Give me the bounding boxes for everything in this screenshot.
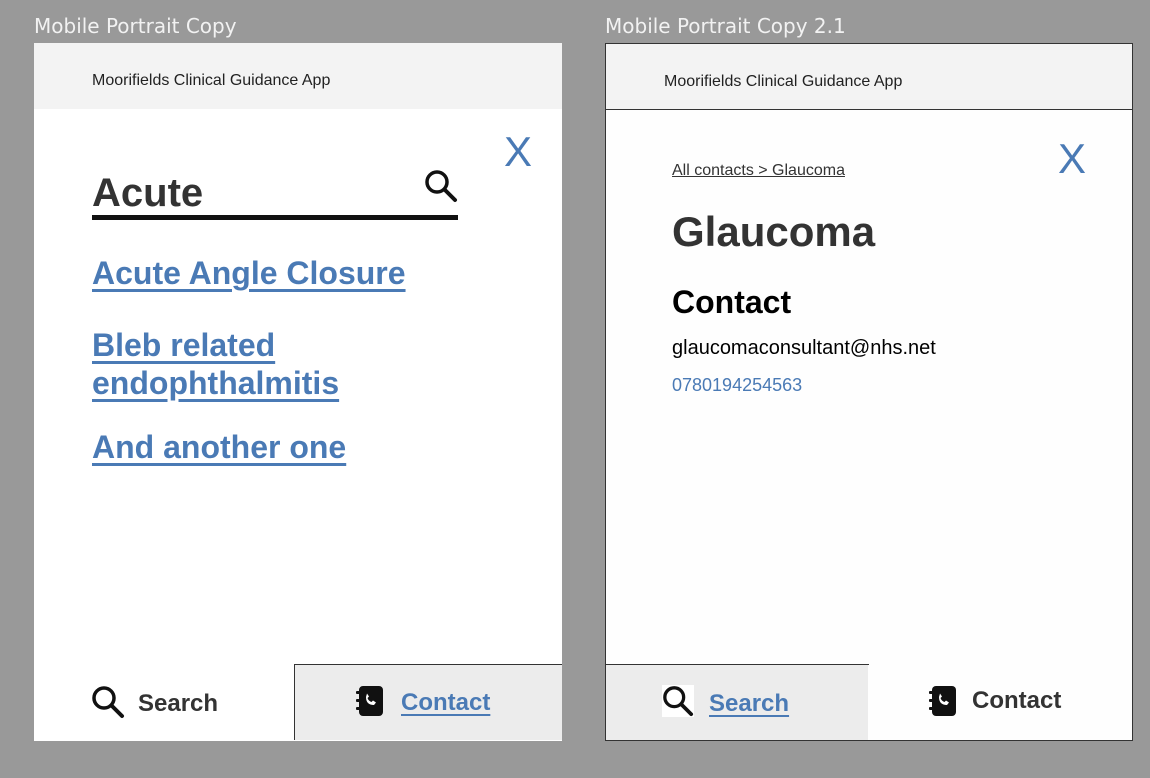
- tab-contact-label: Contact: [401, 689, 491, 716]
- section-heading: Contact: [672, 284, 792, 320]
- close-button[interactable]: X: [504, 131, 532, 173]
- search-query-text: Acute: [92, 171, 204, 215]
- search-input[interactable]: Acute: [92, 169, 458, 220]
- search-icon: [662, 685, 694, 717]
- contact-book-icon: [355, 685, 385, 722]
- frame-label: Mobile Portrait Copy 2.1: [605, 14, 846, 38]
- result-link[interactable]: Bleb related endophthalmitis: [92, 326, 339, 402]
- contact-phone[interactable]: 0780194254563: [672, 375, 802, 396]
- tab-search-label: Search: [709, 690, 790, 717]
- tab-search-label: Search: [138, 690, 219, 717]
- tab-search[interactable]: Search: [34, 665, 295, 741]
- app-header: Moorifields Clinical Guidance App: [34, 43, 562, 109]
- tab-contact[interactable]: Contact: [868, 665, 1132, 740]
- search-icon: [91, 685, 125, 724]
- tab-search[interactable]: Search: [606, 664, 869, 740]
- tab-contact[interactable]: Contact: [294, 664, 562, 740]
- search-icon[interactable]: [424, 169, 458, 208]
- app-title: Moorifields Clinical Guidance App: [664, 73, 903, 90]
- result-link[interactable]: Acute Angle Closure: [92, 254, 406, 292]
- app-title: Moorifields Clinical Guidance App: [92, 72, 331, 89]
- breadcrumb[interactable]: All contacts > Glaucoma: [672, 162, 845, 180]
- result-link[interactable]: And another one: [92, 428, 346, 466]
- contact-email[interactable]: glaucomaconsultant@nhs.net: [672, 337, 936, 360]
- frame-label: Mobile Portrait Copy: [34, 14, 237, 38]
- tab-contact-label: Contact: [972, 687, 1062, 714]
- close-button[interactable]: X: [1058, 138, 1086, 180]
- app-header: Moorifields Clinical Guidance App: [606, 44, 1132, 110]
- contact-book-icon: [928, 685, 958, 722]
- page-title: Glaucoma: [672, 208, 876, 255]
- contact-detail-screen: Moorifields Clinical Guidance App X All …: [605, 43, 1133, 741]
- search-screen: Moorifields Clinical Guidance App X Acut…: [34, 43, 562, 741]
